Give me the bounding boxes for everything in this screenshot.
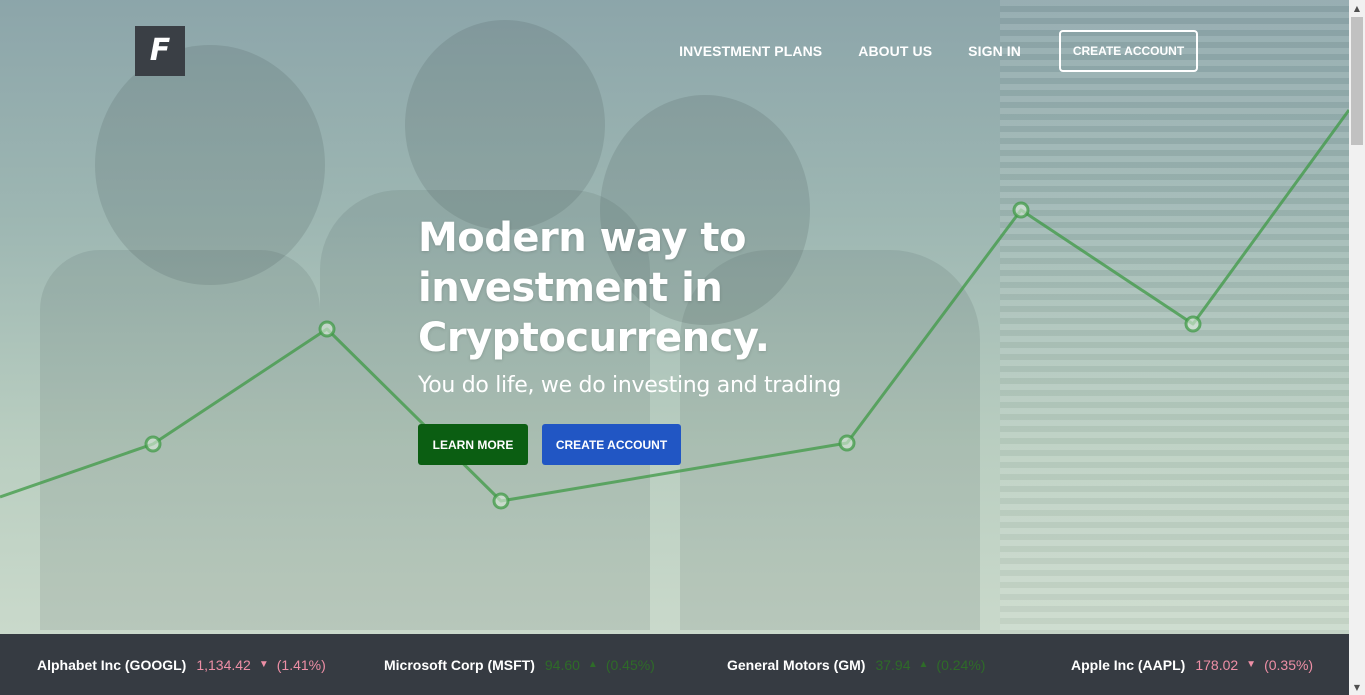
logo-letter: F — [149, 33, 171, 68]
ticker-name: Microsoft Corp (MSFT) — [384, 656, 535, 673]
caret-down-icon: ▼ — [258, 659, 269, 670]
ticker-name: General Motors (GM) — [727, 656, 866, 673]
learn-more-button[interactable]: LEARN MORE — [418, 424, 528, 465]
scroll-down-arrow-icon[interactable]: ▼ — [1349, 679, 1365, 695]
hero-section: F INVESTMENT PLANS ABOUT US SIGN IN CREA… — [0, 0, 1349, 634]
ticker-item: Microsoft Corp (MSFT) 94.60 ▲ (0.45%) — [384, 634, 655, 695]
ticker-change: (1.41%) — [276, 656, 326, 673]
nav-investment-plans[interactable]: INVESTMENT PLANS — [679, 43, 822, 59]
ticker-price: 178.02 — [1195, 656, 1239, 673]
chart-node — [492, 492, 510, 510]
ticker-change: (0.35%) — [1264, 656, 1314, 673]
chart-node — [144, 435, 162, 453]
ticker-price: 37.94 — [875, 656, 911, 673]
chart-node — [1012, 201, 1030, 219]
nav-sign-in[interactable]: SIGN IN — [968, 43, 1021, 59]
nav-about-us[interactable]: ABOUT US — [858, 43, 932, 59]
hero-subheadline: You do life, we do investing and trading — [418, 373, 841, 398]
ticker-change: (0.24%) — [936, 656, 986, 673]
ticker-item: Alphabet Inc (GOOGL) 1,134.42 ▼ (1.41%) — [37, 634, 326, 695]
ticker-item: General Motors (GM) 37.94 ▲ (0.24%) — [727, 634, 985, 695]
headline-line: Modern way to — [418, 215, 747, 261]
scrollbar-thumb[interactable] — [1351, 17, 1363, 145]
ticker-price: 1,134.42 — [196, 656, 251, 673]
nav-create-account-button[interactable]: CREATE ACCOUNT — [1059, 30, 1198, 72]
caret-down-icon: ▼ — [1246, 659, 1257, 670]
ticker-name: Alphabet Inc (GOOGL) — [37, 656, 187, 673]
ticker-price: 94.60 — [544, 656, 580, 673]
headline-line: investment in — [418, 265, 723, 311]
scroll-up-arrow-icon[interactable]: ▲ — [1349, 0, 1365, 16]
stock-ticker: Alphabet Inc (GOOGL) 1,134.42 ▼ (1.41%) … — [0, 634, 1349, 695]
hero-headline: Modern way to investment in Cryptocurren… — [418, 213, 878, 363]
chart-node — [838, 434, 856, 452]
page-scrollbar[interactable]: ▲ ▼ — [1349, 0, 1365, 695]
ticker-item: Apple Inc (AAPL) 178.02 ▼ (0.35%) — [1071, 634, 1313, 695]
ticker-name: Apple Inc (AAPL) — [1071, 656, 1186, 673]
chart-node — [1184, 315, 1202, 333]
top-navigation: INVESTMENT PLANS ABOUT US SIGN IN CREATE… — [679, 30, 1198, 72]
chart-node — [318, 320, 336, 338]
headline-line: Cryptocurrency. — [418, 315, 770, 361]
ticker-change: (0.45%) — [605, 656, 655, 673]
caret-up-icon: ▲ — [918, 659, 929, 670]
brand-logo[interactable]: F — [135, 26, 185, 76]
caret-up-icon: ▲ — [587, 659, 598, 670]
create-account-button[interactable]: CREATE ACCOUNT — [542, 424, 681, 465]
